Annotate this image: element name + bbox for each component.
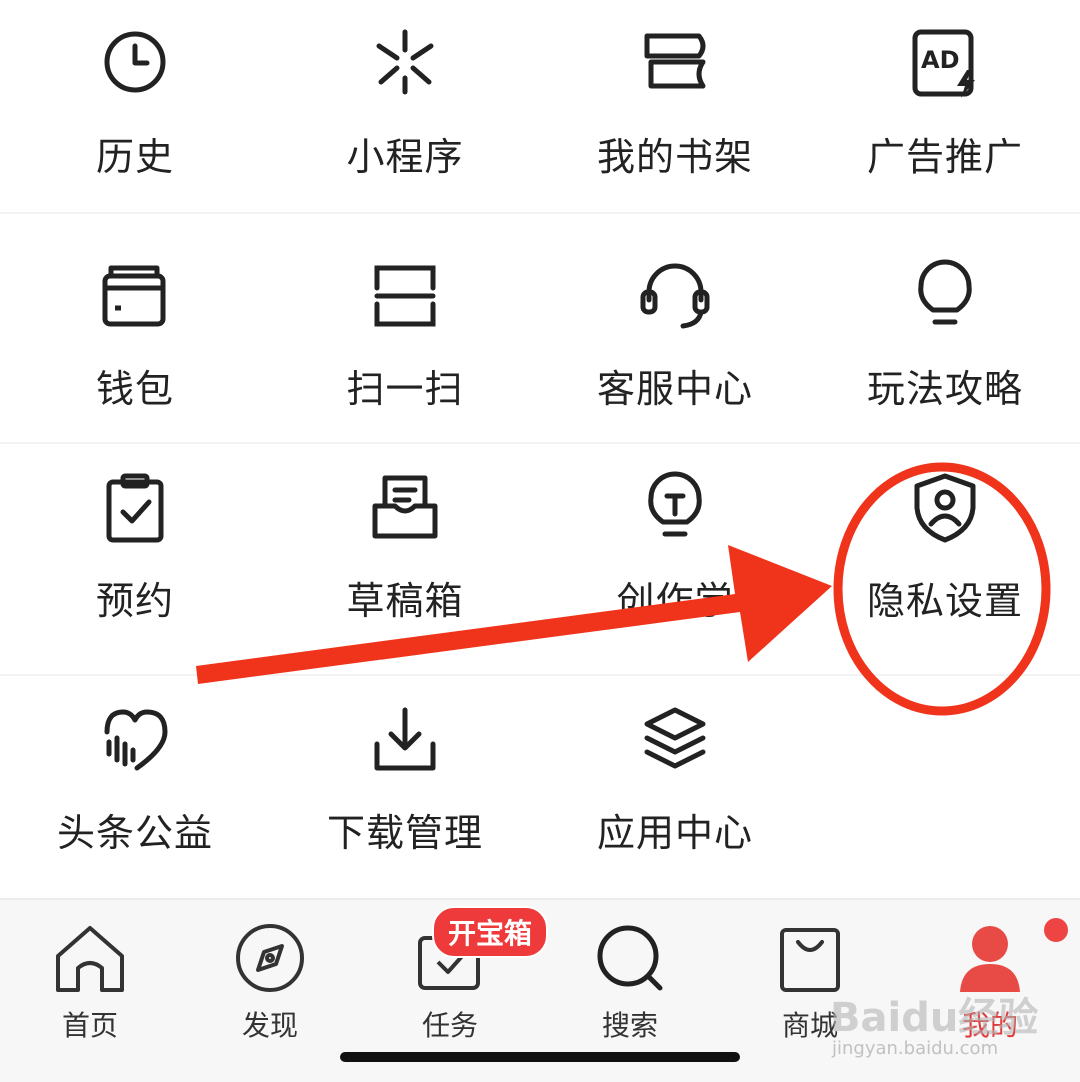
menu-item-creator-school[interactable]: 创作学 [540,444,810,674]
task-icon: 开宝箱 [412,906,549,996]
menu-item-label: 小程序 [346,135,464,179]
menu-item-label: 玩法攻略 [866,367,1023,411]
watermark: Baidu经验 [830,995,1039,1041]
lightbulb-icon [907,258,983,334]
mini-program-icon [367,26,443,102]
search-icon [592,920,668,996]
menu-item-privacy-settings[interactable]: 隐私设置 [810,444,1080,674]
menu-item-app-center[interactable]: 应用中心 [540,676,810,906]
menu-row: 头条公益 下载管理 应用中心 [0,676,1080,906]
menu-item-charity[interactable]: 头条公益 [0,676,270,906]
tab-tasks[interactable]: 开宝箱 任务 [360,900,549,1042]
clock-icon [97,26,173,102]
ad-promo-icon: AD [907,26,983,102]
svg-text:AD: AD [921,46,960,74]
menu-item-label: 钱包 [95,367,174,411]
menu-item-label: 创作学 [616,579,734,623]
wallet-icon [97,258,173,334]
tab-label: 任务 [421,1009,478,1042]
tab-discover[interactable]: 发现 [180,900,360,1042]
bulb-t-icon [637,470,713,546]
home-indicator[interactable] [340,1052,740,1062]
menu-item-label: 我的书架 [596,135,753,179]
menu-item-label: 广告推广 [866,135,1023,179]
tab-label: 首页 [61,1009,118,1042]
menu-item-label: 头条公益 [56,811,213,855]
layers-icon [637,702,713,778]
bookshelf-icon [637,26,713,102]
treasure-box-badge[interactable]: 开宝箱 [432,906,549,958]
menu-row: 预约 草稿箱 创作学 隐私设置 [0,444,1080,674]
scan-icon [367,258,443,334]
notification-dot [1044,918,1068,942]
tab-search[interactable]: 搜索 [540,900,720,1042]
menu-item-label: 客服中心 [596,367,753,411]
headset-icon [637,258,713,334]
shield-user-icon [907,470,983,546]
menu-item-bookshelf[interactable]: 我的书架 [540,0,810,230]
menu-item-drafts[interactable]: 草稿箱 [270,444,540,674]
menu-item-label: 扫一扫 [346,367,464,411]
tab-label: 搜索 [601,1009,658,1042]
menu-item-guide[interactable]: 玩法攻略 [810,232,1080,462]
drafts-inbox-icon [367,470,443,546]
menu-item-label: 隐私设置 [866,579,1023,623]
tab-label: 发现 [241,1009,298,1042]
menu-item-reservation[interactable]: 预约 [0,444,270,674]
clipboard-check-icon [97,470,173,546]
menu-item-label: 应用中心 [596,811,753,855]
menu-item-history[interactable]: 历史 [0,0,270,230]
menu-item-scan[interactable]: 扫一扫 [270,232,540,462]
divider [0,212,1080,214]
menu-item-wallet[interactable]: 钱包 [0,232,270,462]
download-icon [367,702,443,778]
watermark-url: jingyan.baidu.com [832,1038,999,1059]
menu-item-downloads[interactable]: 下载管理 [270,676,540,906]
menu-row: 历史 小程序 我的书架 AD 广告推广 [0,0,1080,230]
menu-row: 钱包 扫一扫 客服中心 玩法攻略 [0,232,1080,462]
charity-heart-icon [97,702,173,778]
menu-item-customer-service[interactable]: 客服中心 [540,232,810,462]
menu-item-mini-program[interactable]: 小程序 [270,0,540,230]
compass-icon [232,920,308,996]
menu-item-label: 下载管理 [326,811,483,855]
menu-item-ad-promo[interactable]: AD 广告推广 [810,0,1080,230]
tab-home[interactable]: 首页 [0,900,180,1042]
home-icon [52,920,128,996]
menu-item-label: 预约 [95,579,174,623]
menu-item-label: 历史 [95,135,174,179]
menu-item-label: 草稿箱 [346,579,464,623]
